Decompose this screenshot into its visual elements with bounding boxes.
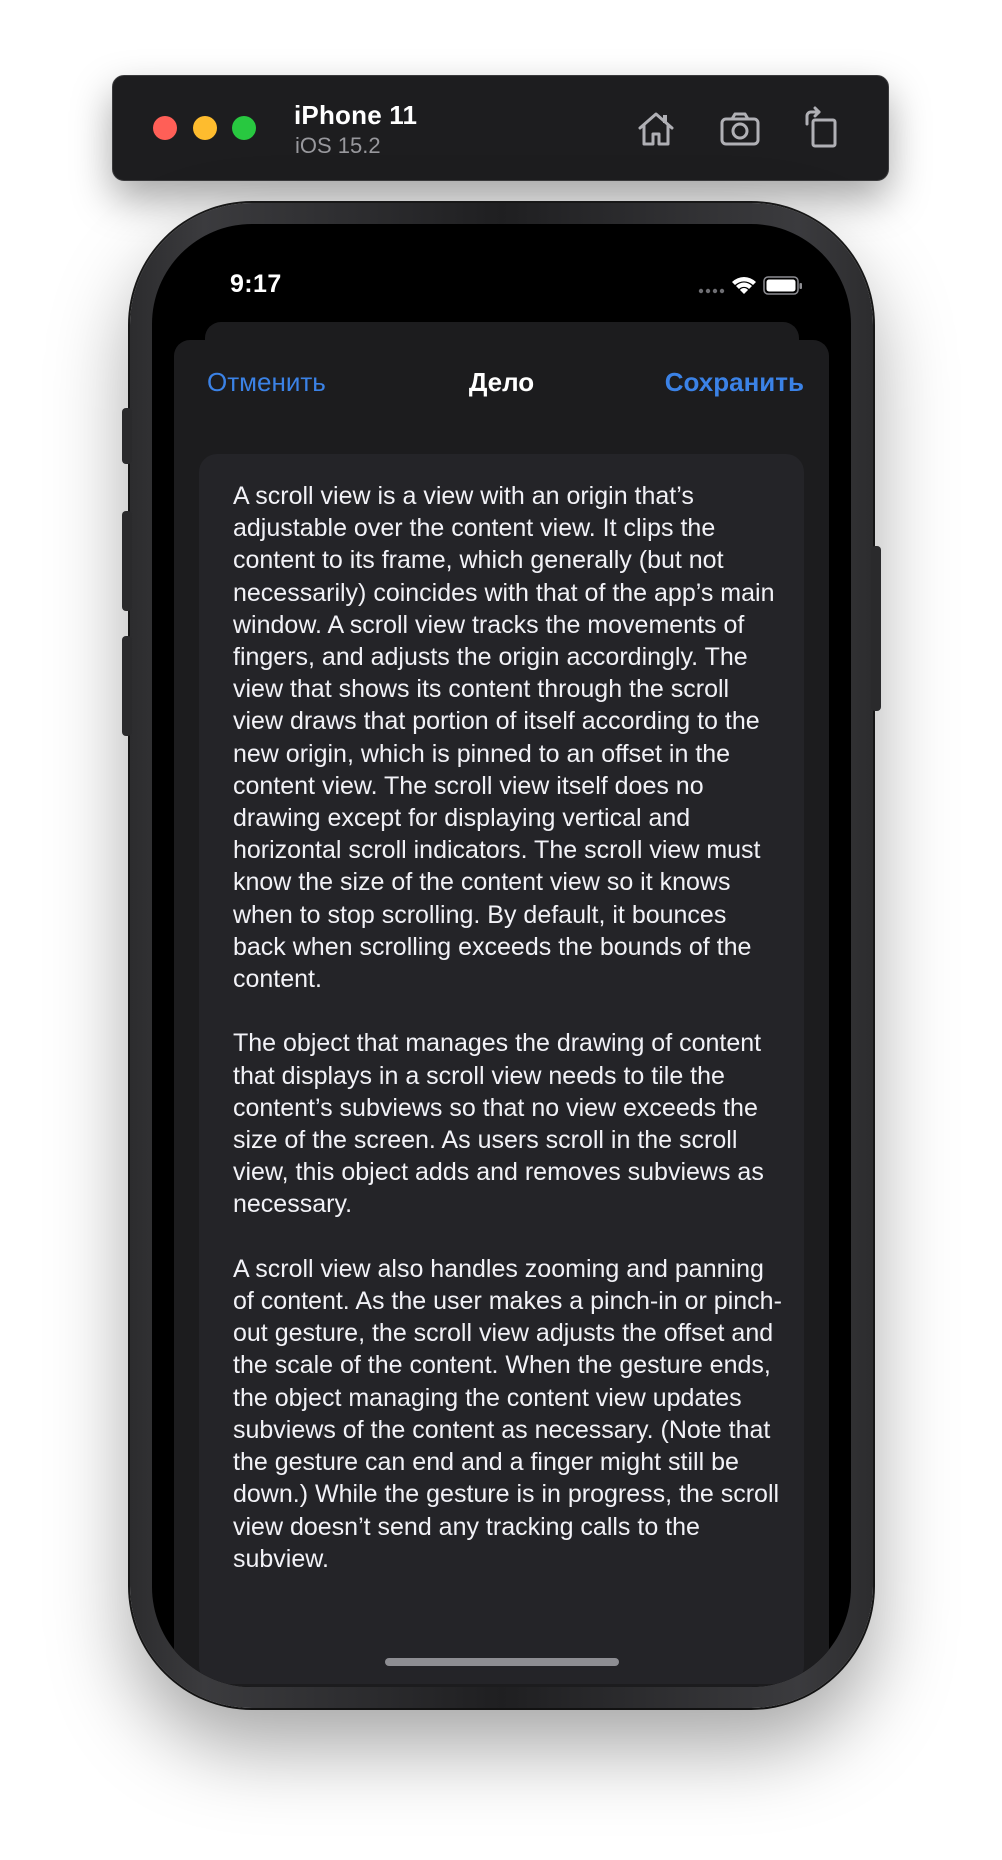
home-icon[interactable] xyxy=(633,106,679,152)
text-editor[interactable]: A scroll view is a view with an origin t… xyxy=(199,454,804,1684)
status-icons xyxy=(643,274,803,298)
save-button[interactable]: Сохранить xyxy=(665,367,804,398)
screenshot-icon[interactable] xyxy=(717,106,763,152)
battery-icon xyxy=(763,276,802,295)
iphone-frame: 9:17 Дело Отменить Сохранить A scroll vi… xyxy=(122,203,881,1708)
edit-sheet: Дело Отменить Сохранить A scroll view is… xyxy=(174,340,829,1687)
volume-up-button xyxy=(122,511,132,611)
power-button xyxy=(871,546,881,711)
phone-screen: 9:17 Дело Отменить Сохранить A scroll vi… xyxy=(152,224,851,1687)
signal-icon xyxy=(698,288,725,294)
status-time: 9:17 xyxy=(230,270,282,298)
mute-switch xyxy=(122,408,132,464)
simulator-toolbar: iPhone 11 iOS 15.2 xyxy=(112,75,889,181)
volume-down-button xyxy=(122,636,132,736)
home-indicator[interactable] xyxy=(385,1658,619,1666)
rotate-icon[interactable] xyxy=(799,106,845,152)
minimize-window-button[interactable] xyxy=(193,116,217,140)
zoom-window-button[interactable] xyxy=(232,116,256,140)
device-os-version: iOS 15.2 xyxy=(295,133,381,158)
wifi-icon xyxy=(732,277,756,294)
device-name: iPhone 11 xyxy=(294,100,418,130)
notch xyxy=(338,224,665,286)
text-editor-content[interactable]: A scroll view is a view with an origin t… xyxy=(233,480,783,1575)
close-window-button[interactable] xyxy=(153,116,177,140)
cancel-button[interactable]: Отменить xyxy=(207,367,326,398)
